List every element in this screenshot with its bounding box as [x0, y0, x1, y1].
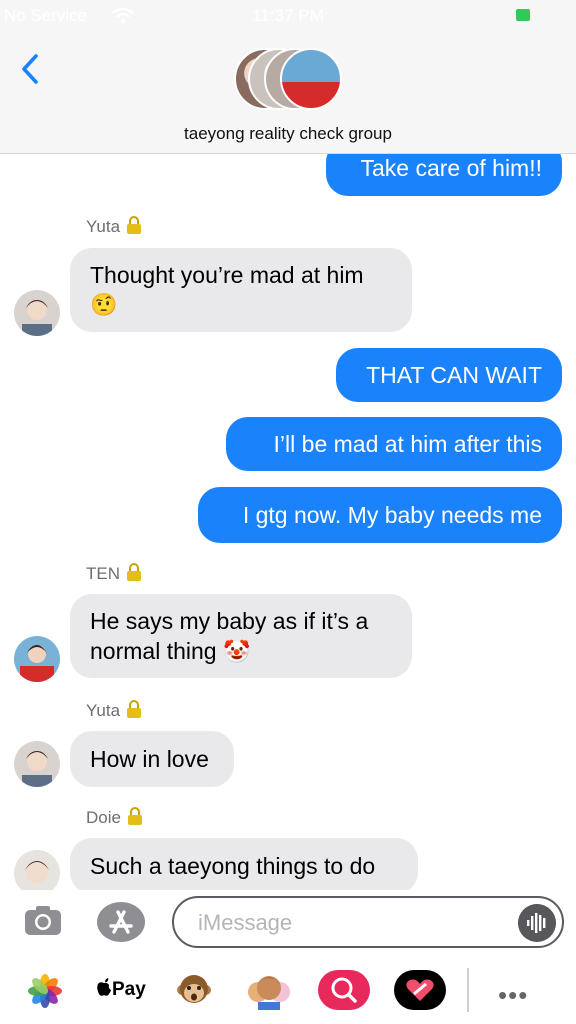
apple-pay-button[interactable]: Pay: [96, 978, 146, 1001]
message-bubble-incoming[interactable]: Such a taeyong things to do: [70, 838, 418, 890]
photos-icon[interactable]: [28, 974, 62, 1008]
message-bubble-incoming[interactable]: How in love: [70, 731, 234, 787]
group-name[interactable]: taeyong reality check group: [0, 124, 576, 144]
message-bubble-incoming[interactable]: He says my baby as if it’s a normal thin…: [70, 594, 412, 678]
message-text: He says my baby as if it’s a: [90, 608, 369, 634]
animoji-monkey-icon[interactable]: [176, 972, 212, 1008]
sender-name: Yuta: [86, 700, 142, 721]
message-bubble-outgoing[interactable]: I’ll be mad at him after this: [226, 417, 562, 471]
conversation-header: No Service 11:37 PM taeyong reality chec…: [0, 0, 576, 154]
avatar[interactable]: [14, 741, 60, 787]
input-placeholder: iMessage: [198, 910, 293, 935]
message-text: Thought you’re mad at him: [90, 262, 364, 288]
group-avatar-stack[interactable]: [234, 48, 344, 112]
avatar: [280, 48, 342, 110]
emoji: 🤡: [222, 639, 251, 664]
avatar[interactable]: [14, 636, 60, 682]
message-bubble-outgoing[interactable]: I gtg now. My baby needs me: [198, 487, 562, 543]
back-chevron-icon[interactable]: [16, 52, 46, 86]
avatar[interactable]: [14, 850, 60, 890]
message-text: normal thing 🤡: [90, 638, 251, 664]
memoji-icon[interactable]: [246, 970, 292, 1010]
lock-icon: [127, 216, 142, 234]
sender-name: TEN: [86, 563, 142, 584]
tray-divider: [467, 968, 469, 1012]
camera-icon[interactable]: [24, 904, 62, 936]
avatar[interactable]: [14, 290, 60, 336]
status-bar: No Service 11:37 PM: [0, 6, 576, 28]
more-apps-button[interactable]: •••: [498, 980, 528, 1011]
lock-icon: [127, 807, 142, 825]
message-bubble-incoming[interactable]: Thought you’re mad at him 🤨: [70, 248, 412, 332]
message-input[interactable]: iMessage: [172, 896, 564, 948]
digital-touch-heart-icon[interactable]: [394, 970, 446, 1010]
message-bubble-outgoing[interactable]: THAT CAN WAIT: [336, 348, 562, 402]
audio-record-icon[interactable]: [518, 904, 556, 942]
search-images-icon[interactable]: [318, 970, 370, 1010]
battery-icon: [516, 9, 530, 21]
sender-name: Doie: [86, 807, 143, 828]
lock-icon: [127, 700, 142, 718]
emoji: 🤨: [90, 292, 118, 317]
clock: 11:37 PM: [252, 6, 324, 25]
sender-name: Yuta: [86, 216, 142, 237]
lock-icon: [127, 563, 141, 581]
apple-logo-icon: [97, 978, 111, 996]
app-store-icon[interactable]: [96, 900, 146, 944]
